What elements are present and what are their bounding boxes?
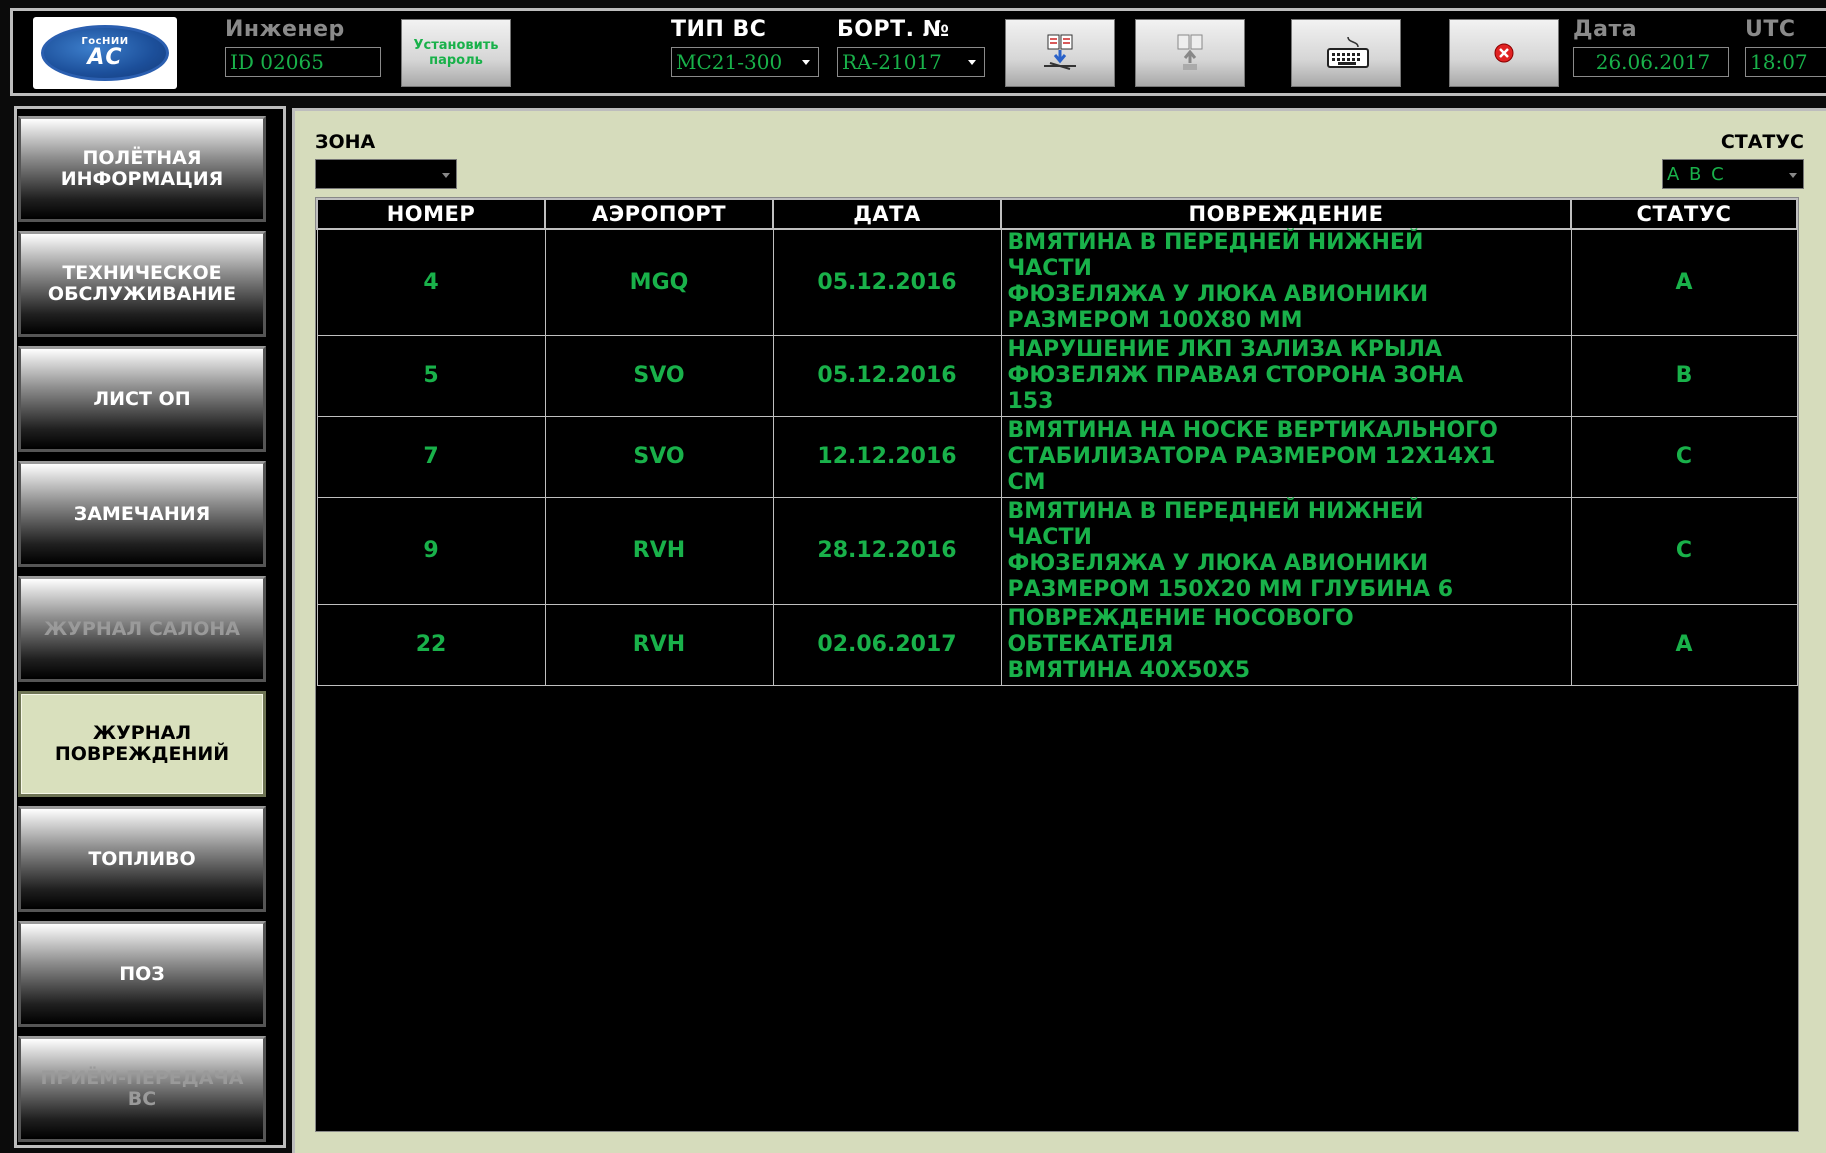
cell-status: B	[1570, 334, 1798, 417]
column-header-date[interactable]: ДАТА	[772, 198, 1002, 230]
table-row[interactable]: 9 RVH 28.12.2016 ВМЯТИНА В ПЕРЕДНЕЙ НИЖН…	[316, 496, 1798, 605]
table-row[interactable]: 7 SVO 12.12.2016 ВМЯТИНА НА НОСКЕ ВЕРТИК…	[316, 415, 1798, 498]
table-row[interactable]: 22 RVH 02.06.2017 ПОВРЕЖДЕНИЕ НОСОВОГО О…	[316, 603, 1798, 686]
cell-date: 12.12.2016	[772, 415, 1002, 498]
column-header-number[interactable]: НОМЕР	[316, 198, 546, 230]
cell-number: 9	[316, 496, 546, 605]
nav-maintenance[interactable]: ТЕХНИЧЕСКОЕ ОБСЛУЖИВАНИЕ	[18, 231, 266, 337]
set-password-label-1: Установить	[413, 38, 499, 53]
damage-table: НОМЕР АЭРОПОРТ ДАТА ПОВРЕЖДЕНИЕ СТАТУС 4…	[316, 198, 1798, 686]
cell-airport: SVO	[544, 334, 774, 417]
cell-date: 02.06.2017	[772, 603, 1002, 686]
cell-date: 05.12.2016	[772, 228, 1002, 336]
close-button[interactable]	[1449, 19, 1559, 87]
nav-label: ПОЗ	[119, 962, 165, 985]
nav-remarks[interactable]: ЗАМЕЧАНИЯ	[18, 461, 266, 567]
aircraft-type-select[interactable]: MC21-300	[671, 47, 819, 77]
column-header-status[interactable]: СТАТУС	[1570, 198, 1798, 230]
engineer-label: Инженер	[225, 17, 345, 42]
cell-number: 5	[316, 334, 546, 417]
nav-aircraft-handover[interactable]: ПРИЁМ-ПЕРЕДАЧА ВС	[18, 1036, 266, 1142]
zone-label: ЗОНА	[315, 131, 376, 153]
logo-text-bottom: АС	[87, 45, 123, 70]
utc-label: UTC	[1745, 17, 1796, 42]
date-label: Дата	[1573, 17, 1638, 42]
download-manual-button[interactable]	[1005, 19, 1115, 87]
column-header-airport[interactable]: АЭРОПОРТ	[544, 198, 774, 230]
date-field: 26.06.2017	[1573, 47, 1729, 77]
aircraft-type-label: ТИП ВС	[671, 17, 767, 42]
nav-poz[interactable]: ПОЗ	[18, 921, 266, 1027]
nav-cabin-log[interactable]: ЖУРНАЛ САЛОНА	[18, 576, 266, 682]
keyboard-icon	[1326, 33, 1369, 73]
nav-op-sheet[interactable]: ЛИСТ ОП	[18, 346, 266, 452]
status-filter-select[interactable]: A B C	[1662, 159, 1804, 189]
download-manual-icon	[1040, 33, 1080, 73]
status-filter-label: СТАТУС	[1720, 131, 1804, 153]
cell-number: 22	[316, 603, 546, 686]
board-number-label: БОРТ. №	[837, 17, 950, 42]
cell-airport: MGQ	[544, 228, 774, 336]
nav-flight-info[interactable]: ПОЛЁТНАЯ ИНФОРМАЦИЯ	[18, 116, 266, 222]
nav-label: ЖУРНАЛ САЛОНА	[43, 617, 241, 640]
board-number-select[interactable]: RA-21017	[837, 47, 985, 77]
keyboard-button[interactable]	[1291, 19, 1401, 87]
cell-damage: ВМЯТИНА НА НОСКЕ ВЕРТИКАЛЬНОГО СТАБИЛИЗА…	[1000, 415, 1572, 498]
engineer-id-field[interactable]: ID 02065	[225, 47, 381, 77]
table-header-row: НОМЕР АЭРОПОРТ ДАТА ПОВРЕЖДЕНИЕ СТАТУС	[316, 198, 1798, 230]
utc-time-field: 18:07	[1745, 47, 1826, 77]
nav-label: ЛИСТ ОП	[93, 387, 191, 410]
damage-log-panel: ЗОНА СТАТУС A B C НОМЕР АЭРОПОРТ ДАТА ПО…	[292, 108, 1826, 1153]
upload-document-icon	[1170, 33, 1210, 73]
column-header-damage[interactable]: ПОВРЕЖДЕНИЕ	[1000, 198, 1572, 230]
damage-table-area: НОМЕР АЭРОПОРТ ДАТА ПОВРЕЖДЕНИЕ СТАТУС 4…	[315, 197, 1799, 1132]
logo-emblem: ГосНИИ АС	[41, 25, 169, 81]
table-row[interactable]: 5 SVO 05.12.2016 НАРУШЕНИЕ ЛКП ЗАЛИЗА КР…	[316, 334, 1798, 417]
cell-status: C	[1570, 415, 1798, 498]
cell-status: A	[1570, 603, 1798, 686]
nav-label: ТЕХНИЧЕСКОЕ ОБСЛУЖИВАНИЕ	[47, 262, 237, 305]
set-password-label-2: пароль	[429, 53, 483, 68]
cell-airport: RVH	[544, 496, 774, 605]
nav-label: ЗАМЕЧАНИЯ	[73, 502, 211, 525]
app-logo: ГосНИИ АС	[33, 17, 177, 89]
nav-damage-log[interactable]: ЖУРНАЛ ПОВРЕЖДЕНИЙ	[18, 691, 266, 797]
top-toolbar: ГосНИИ АС Инженер ID 02065 Установить па…	[10, 8, 1826, 96]
zone-select[interactable]	[315, 159, 457, 189]
cell-status: A	[1570, 228, 1798, 336]
cell-number: 4	[316, 228, 546, 336]
cell-date: 28.12.2016	[772, 496, 1002, 605]
cell-damage: ПОВРЕЖДЕНИЕ НОСОВОГО ОБТЕКАТЕЛЯ ВМЯТИНА …	[1000, 603, 1572, 686]
cell-damage: ВМЯТИНА В ПЕРЕДНЕЙ НИЖНЕЙ ЧАСТИ ФЮЗЕЛЯЖА…	[1000, 496, 1572, 605]
nav-label: ТОПЛИВО	[88, 847, 196, 870]
set-password-button[interactable]: Установить пароль	[401, 19, 511, 87]
cell-damage: НАРУШЕНИЕ ЛКП ЗАЛИЗА КРЫЛА ФЮЗЕЛЯЖ ПРАВА…	[1000, 334, 1572, 417]
cell-number: 7	[316, 415, 546, 498]
cell-airport: RVH	[544, 603, 774, 686]
upload-document-button[interactable]	[1135, 19, 1245, 87]
nav-label: ПОЛЁТНАЯ ИНФОРМАЦИЯ	[60, 147, 224, 190]
close-icon	[1484, 33, 1524, 73]
nav-fuel[interactable]: ТОПЛИВО	[18, 806, 266, 912]
cell-damage: ВМЯТИНА В ПЕРЕДНЕЙ НИЖНЕЙ ЧАСТИ ФЮЗЕЛЯЖА…	[1000, 228, 1572, 336]
cell-airport: SVO	[544, 415, 774, 498]
cell-date: 05.12.2016	[772, 334, 1002, 417]
nav-label: ЖУРНАЛ ПОВРЕЖДЕНИЙ	[54, 722, 230, 765]
table-row[interactable]: 4 MGQ 05.12.2016 ВМЯТИНА В ПЕРЕДНЕЙ НИЖН…	[316, 228, 1798, 336]
cell-status: C	[1570, 496, 1798, 605]
nav-label: ПРИЁМ-ПЕРЕДАЧА ВС	[40, 1067, 244, 1110]
